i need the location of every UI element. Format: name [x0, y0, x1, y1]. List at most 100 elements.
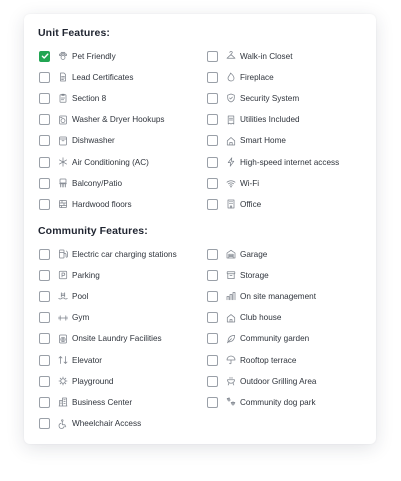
feature-electric-car-charging-stations[interactable]: Electric car charging stations: [39, 246, 177, 262]
checkbox-high-speed-internet-access[interactable]: [207, 156, 218, 168]
feature-community-dog-park[interactable]: Community dog park: [207, 394, 316, 410]
paw-prints-icon: [226, 397, 236, 407]
checkbox-business-center[interactable]: [39, 396, 50, 408]
checkbox-utilities-included[interactable]: [207, 114, 218, 126]
clubhouse-icon: [226, 313, 236, 323]
checkbox-wheelchair-access[interactable]: [39, 418, 50, 430]
washer-icon: [58, 115, 68, 125]
checkbox-gym[interactable]: [39, 312, 50, 324]
garage-icon: [226, 249, 236, 259]
checkbox-section-8[interactable]: [39, 92, 50, 104]
feature-label: On site management: [240, 291, 317, 301]
feature-walk-in-closet[interactable]: Walk-in Closet: [207, 48, 292, 64]
checkbox-rooftop-terrace[interactable]: [207, 354, 218, 366]
feature-dishwasher[interactable]: Dishwasher: [39, 133, 115, 149]
feature-label: Pet Friendly: [72, 51, 116, 61]
feature-rooftop-terrace[interactable]: Rooftop terrace: [207, 352, 296, 368]
feature-gym[interactable]: Gym: [39, 310, 89, 326]
checkbox-hardwood-floors[interactable]: [39, 198, 50, 210]
feature-pool[interactable]: Pool: [39, 288, 88, 304]
checkbox-air-conditioning-ac[interactable]: [39, 156, 50, 168]
checkbox-on-site-management[interactable]: [207, 290, 218, 302]
checkbox-balcony-patio[interactable]: [39, 177, 50, 189]
feature-label: High-speed internet access: [240, 157, 340, 167]
feature-high-speed-internet-access[interactable]: High-speed internet access: [207, 154, 339, 170]
feature-label: Dishwasher: [72, 136, 115, 146]
feature-washer-and-dryer-hookups[interactable]: Washer & Dryer Hookups: [39, 112, 165, 128]
laundry-icon: [58, 334, 68, 344]
checkbox-community-garden[interactable]: [207, 333, 218, 345]
feature-onsite-laundry-facilities[interactable]: Onsite Laundry Facilities: [39, 331, 162, 347]
feature-elevator[interactable]: Elevator: [39, 352, 102, 368]
checkbox-fireplace[interactable]: [207, 71, 218, 83]
feature-parking[interactable]: Parking: [39, 267, 100, 283]
feature-label: Storage: [240, 270, 269, 280]
hanger-icon: [226, 51, 236, 61]
feature-label: Onsite Laundry Facilities: [72, 334, 162, 344]
feature-lead-certificates[interactable]: Lead Certificates: [39, 69, 133, 85]
feature-fireplace[interactable]: Fireplace: [207, 69, 274, 85]
feature-business-center[interactable]: Business Center: [39, 394, 132, 410]
feature-label: Garage: [240, 249, 268, 259]
pool-icon: [58, 291, 68, 301]
feature-wi-fi[interactable]: Wi-Fi: [207, 175, 259, 191]
checkbox-playground[interactable]: [39, 375, 50, 387]
checkbox-storage[interactable]: [207, 269, 218, 281]
checkbox-pet-friendly[interactable]: [39, 50, 50, 62]
checkbox-electric-car-charging-stations[interactable]: [39, 248, 50, 260]
feature-office[interactable]: Office: [207, 196, 261, 212]
checkbox-walk-in-closet[interactable]: [207, 50, 218, 62]
checkbox-onsite-laundry-facilities[interactable]: [39, 333, 50, 345]
dumbbell-icon: [58, 313, 68, 323]
shield-icon: [226, 93, 236, 103]
feature-community-garden[interactable]: Community garden: [207, 331, 309, 347]
feature-security-system[interactable]: Security System: [207, 90, 299, 106]
feature-playground[interactable]: Playground: [39, 373, 113, 389]
checkbox-dishwasher[interactable]: [39, 135, 50, 147]
feature-label: Lead Certificates: [72, 72, 134, 82]
flame-icon: [226, 72, 236, 82]
feature-garage[interactable]: Garage: [207, 246, 267, 262]
feature-balcony-patio[interactable]: Balcony/Patio: [39, 175, 122, 191]
feature-on-site-management[interactable]: On site management: [207, 288, 316, 304]
checkbox-office[interactable]: [207, 198, 218, 210]
checkbox-wi-fi[interactable]: [207, 177, 218, 189]
feature-club-house[interactable]: Club house: [207, 310, 281, 326]
checkbox-security-system[interactable]: [207, 92, 218, 104]
feature-hardwood-floors[interactable]: Hardwood floors: [39, 196, 132, 212]
parking-icon: [58, 270, 68, 280]
feature-storage[interactable]: Storage: [207, 267, 269, 283]
feature-utilities-included[interactable]: Utilities Included: [207, 112, 300, 128]
checkbox-club-house[interactable]: [207, 312, 218, 324]
feature-label: Section 8: [72, 93, 107, 103]
wheelchair-icon: [58, 418, 68, 429]
checkbox-garage[interactable]: [207, 248, 218, 260]
feature-label: Utilities Included: [240, 115, 300, 125]
checkbox-parking[interactable]: [39, 269, 50, 281]
feature-label: Walk-in Closet: [240, 51, 293, 61]
snowflake-icon: [58, 157, 68, 167]
feature-label: Fireplace: [240, 72, 274, 82]
checkbox-smart-home[interactable]: [207, 135, 218, 147]
feature-label: Wi-Fi: [240, 178, 260, 188]
feature-pet-friendly[interactable]: Pet Friendly: [39, 48, 116, 64]
checkbox-community-dog-park[interactable]: [207, 396, 218, 408]
feature-wheelchair-access[interactable]: Wheelchair Access: [39, 416, 141, 432]
checkbox-outdoor-grilling-area[interactable]: [207, 375, 218, 387]
feature-air-conditioning-ac[interactable]: Air Conditioning (AC): [39, 154, 149, 170]
management-icon: [226, 291, 236, 301]
checkbox-elevator[interactable]: [39, 354, 50, 366]
playground-icon: [58, 376, 68, 386]
balcony-icon: [58, 178, 68, 188]
lightning-icon: [226, 157, 236, 167]
checkbox-pool[interactable]: [39, 290, 50, 302]
feature-label: Air Conditioning (AC): [72, 157, 149, 167]
feature-smart-home[interactable]: Smart Home: [207, 133, 286, 149]
checkbox-lead-certificates[interactable]: [39, 71, 50, 83]
feature-outdoor-grilling-area[interactable]: Outdoor Grilling Area: [207, 373, 316, 389]
dishwasher-icon: [58, 136, 68, 146]
paw-icon: [58, 51, 68, 61]
feature-label: Business Center: [72, 397, 133, 407]
feature-section-8[interactable]: Section 8: [39, 90, 106, 106]
checkbox-washer-and-dryer-hookups[interactable]: [39, 114, 50, 126]
